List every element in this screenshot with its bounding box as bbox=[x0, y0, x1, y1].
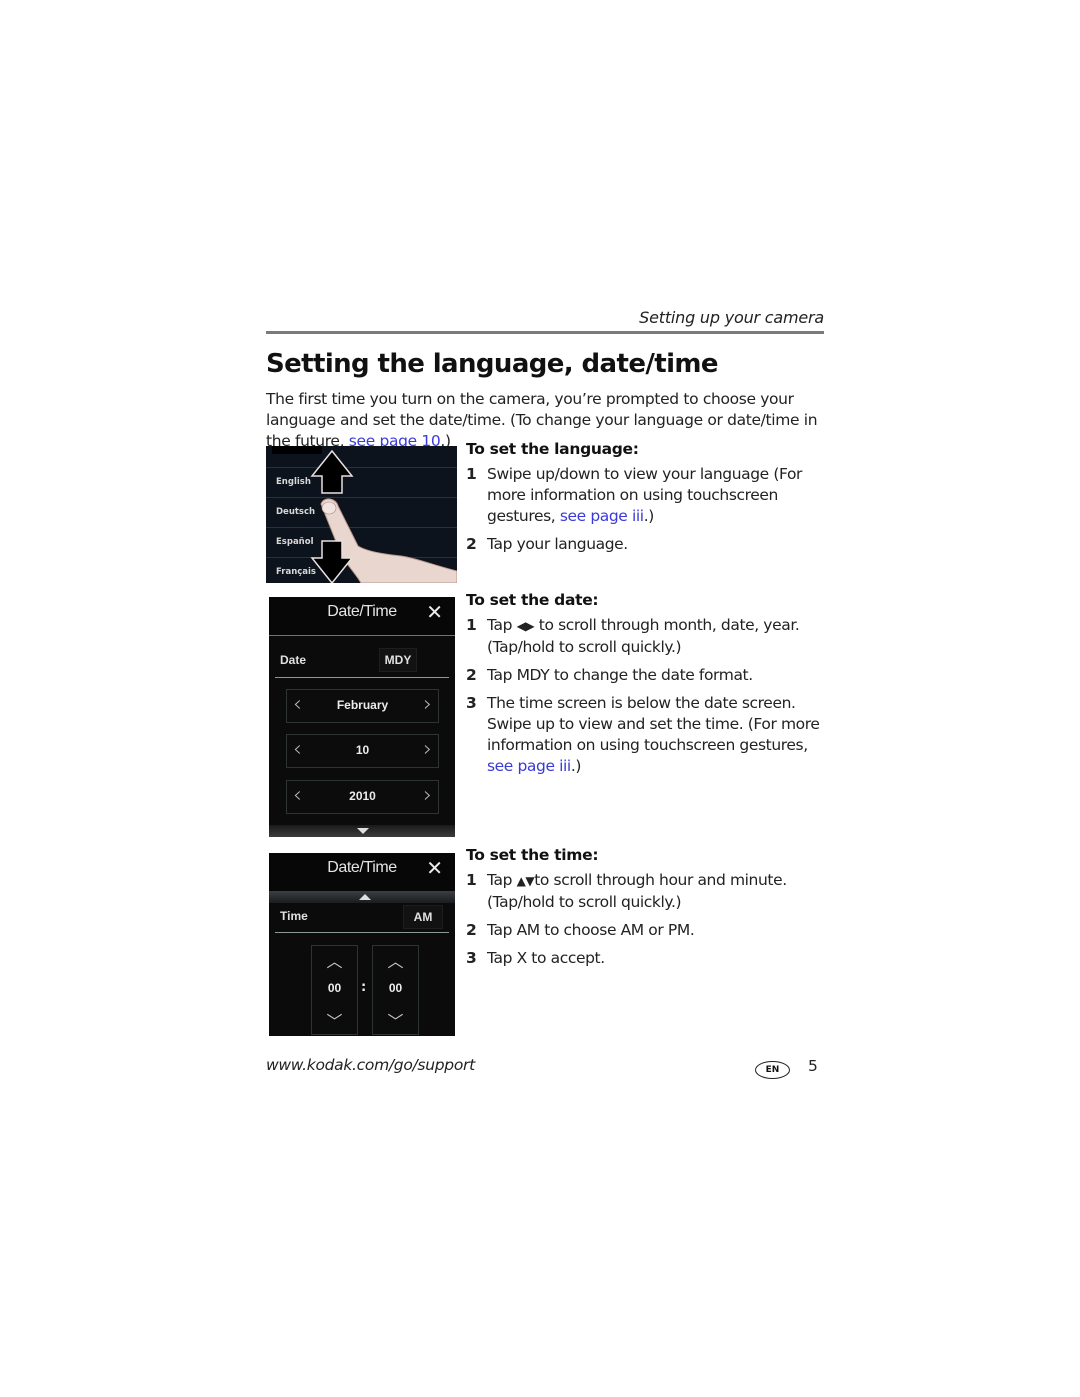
chevron-down-icon: ﹀ bbox=[326, 1012, 343, 1031]
left-right-arrows-icon: ◀▶ bbox=[516, 619, 535, 633]
time-screen-image: Date/Time ✕ Time AM ︿ 00 ﹀ : ︿ 00 ﹀ bbox=[269, 853, 455, 1036]
triangle-down-icon bbox=[357, 828, 369, 834]
step-item: 3 The time screen is below the date scre… bbox=[466, 694, 820, 775]
chevron-right-icon: › bbox=[423, 783, 432, 808]
step-item: 2 Tap MDY to change the date format. bbox=[466, 666, 753, 684]
date-format-button: MDY bbox=[379, 648, 417, 672]
time-heading: To set the time: bbox=[466, 846, 599, 864]
chevron-right-icon: › bbox=[423, 692, 432, 717]
year-spinner: ‹ 2010 › bbox=[286, 780, 439, 814]
date-label: Date bbox=[280, 653, 307, 667]
hour-spinner: ︿ 00 ﹀ bbox=[311, 945, 358, 1035]
day-spinner: ‹ 10 › bbox=[286, 734, 439, 768]
divider bbox=[275, 677, 449, 678]
step-item: 3 Tap X to accept. bbox=[466, 949, 605, 967]
language-screen-image: English Deutsch Español Français bbox=[266, 446, 457, 583]
month-spinner: ‹ February › bbox=[286, 689, 439, 723]
step-item: 1 Tap ◀▶ to scroll through month, date, … bbox=[466, 616, 800, 656]
close-icon: ✕ bbox=[426, 856, 443, 880]
date-section: To set the date: 1 Tap ◀▶ to scroll thro… bbox=[466, 591, 826, 784]
triangle-up-icon bbox=[359, 894, 371, 900]
running-head: Setting up your camera bbox=[639, 308, 824, 327]
step-item: 2 Tap AM to choose AM or PM. bbox=[466, 921, 695, 939]
step-item: 1 Swipe up/down to view your language (F… bbox=[466, 465, 803, 525]
step-item: 1 Tap ▲▼to scroll through hour and minut… bbox=[466, 871, 787, 911]
step-item: 2 Tap your language. bbox=[466, 535, 628, 553]
see-page-iii-link[interactable]: see page iii bbox=[560, 507, 644, 525]
page-number: 5 bbox=[808, 1057, 818, 1075]
time-screen-header: Date/Time ✕ bbox=[269, 853, 455, 891]
chevron-down-icon: ﹀ bbox=[387, 1012, 404, 1031]
date-screen-header: Date/Time ✕ bbox=[269, 597, 455, 636]
up-down-arrows-icon: ▲▼ bbox=[516, 874, 535, 888]
see-page-iii-link[interactable]: see page iii bbox=[487, 757, 571, 775]
page-title: Setting the language, date/time bbox=[266, 349, 719, 379]
time-label: Time bbox=[280, 909, 308, 923]
swipe-gesture-illustration bbox=[310, 449, 457, 583]
ampm-button: AM bbox=[403, 905, 443, 929]
divider bbox=[275, 932, 449, 933]
chevron-up-icon: ︿ bbox=[326, 952, 343, 971]
swipe-up-arrow-icon bbox=[310, 449, 354, 494]
scroll-indicator bbox=[269, 891, 455, 903]
language-badge: EN bbox=[755, 1061, 790, 1079]
chevron-up-icon: ︿ bbox=[387, 952, 404, 971]
minute-spinner: ︿ 00 ﹀ bbox=[372, 945, 419, 1035]
support-url[interactable]: www.kodak.com/go/support bbox=[266, 1056, 475, 1074]
scroll-indicator bbox=[269, 825, 455, 837]
language-heading: To set the language: bbox=[466, 440, 639, 458]
time-separator: : bbox=[361, 980, 367, 995]
close-icon: ✕ bbox=[426, 600, 443, 624]
header-rule bbox=[266, 331, 824, 334]
time-section: To set the time: 1 Tap ▲▼to scroll throu… bbox=[466, 846, 826, 976]
chevron-right-icon: › bbox=[423, 737, 432, 762]
date-screen-image: Date/Time ✕ Date MDY ‹ February › ‹ 10 ›… bbox=[269, 597, 455, 837]
date-heading: To set the date: bbox=[466, 591, 599, 609]
language-section: To set the language: 1 Swipe up/down to … bbox=[466, 440, 826, 562]
